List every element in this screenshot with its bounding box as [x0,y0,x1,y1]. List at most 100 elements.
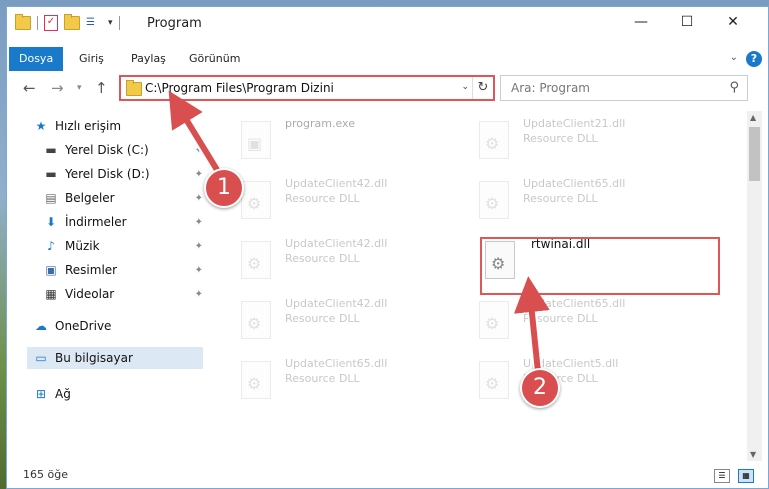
file-type: Resource DLL [285,372,360,385]
forward-button[interactable]: → [51,79,64,97]
file-name: UpdateClient65.dll [285,357,388,370]
music-icon: ♪ [47,239,55,253]
file-name: UpdateClient65.dll [523,297,626,310]
title-bar: ✓ ☰ ▾ Program — ☐ ✕ [7,7,768,41]
sidebar-item-pictures[interactable]: ▣ Resimler ✦ [43,259,203,281]
sidebar-item-label: Hızlı erişim [55,119,122,133]
vertical-scrollbar[interactable]: ▲ ▼ [747,111,762,461]
step-2-badge: 2 [520,368,560,408]
pin-icon: ✦ [194,240,203,252]
dll-file-icon: ⚙ [241,181,271,219]
drive-icon: ▬ [45,167,57,181]
sidebar-item-label: Videolar [65,287,115,301]
address-bar[interactable]: C:\Program Files\Program Dizini ⌄ ↻ [119,75,495,101]
new-folder-icon[interactable] [64,14,80,30]
folder-icon [15,14,31,30]
cloud-icon: ☁ [35,319,47,333]
file-item[interactable]: ⚙ UpdateClient21.dll Resource DLL [471,115,691,165]
address-dropdown-icon[interactable]: ⌄ [461,82,469,92]
file-type: Resource DLL [285,192,360,205]
file-item[interactable]: ⚙ UpdateClient65.dll Resource DLL [233,355,453,405]
sidebar-item-label: OneDrive [55,319,112,333]
separator [118,16,120,30]
file-item[interactable]: ⚙ UpdateClient65.dll Resource DLL [471,175,691,225]
scroll-down-icon[interactable]: ▼ [750,450,756,459]
sidebar-item-videos[interactable]: ▦ Videolar ✦ [43,283,203,305]
dll-file-icon: ⚙ [479,181,509,219]
file-name: UpdateClient65.dll [523,177,626,190]
tiles-view-icon[interactable]: ▦ [738,469,754,483]
properties-check-icon[interactable]: ✓ [44,15,58,31]
sidebar-item-quick-access[interactable]: ★ Hızlı erişim [33,115,229,137]
rename-icon[interactable]: ☰ [86,17,102,29]
back-button[interactable]: ← [23,79,36,97]
pictures-icon: ▣ [45,263,57,277]
documents-icon: ▤ [45,191,57,205]
view-switcher: ☰ ▦ [714,469,754,483]
file-name: UpdateClient42.dll [285,177,388,190]
tab-share[interactable]: Paylaş [125,47,172,71]
dll-file-icon: ⚙ [241,361,271,399]
file-item[interactable]: ▣ program.exe [233,115,453,165]
navigation-pane: ★ Hızlı erişim ▬ Yerel Disk (C:) ✦ ▬ Yer… [7,111,207,461]
scroll-up-icon[interactable]: ▲ [750,113,756,122]
exe-file-icon: ▣ [241,121,271,159]
close-button[interactable]: ✕ [710,7,756,37]
refresh-icon[interactable]: ↻ [472,77,493,99]
sidebar-item-label: Ağ [55,387,71,401]
computer-icon: ▭ [35,351,47,365]
help-icon[interactable]: ? [746,51,762,67]
search-placeholder: Ara: Program [511,81,590,95]
pin-icon: ✦ [194,288,203,300]
file-item[interactable]: ⚙ UpdateClient42.dll Resource DLL [233,175,453,225]
drive-icon: ▬ [45,143,57,157]
sidebar-item-downloads[interactable]: ⬇ İndirmeler ✦ [43,211,203,233]
sidebar-item-onedrive[interactable]: ☁ OneDrive [33,315,229,337]
details-view-icon[interactable]: ☰ [714,469,730,483]
explorer-window: ✓ ☰ ▾ Program — ☐ ✕ Dosya Giriş Paylaş G… [6,6,769,489]
star-icon: ★ [35,119,47,133]
downloads-icon: ⬇ [45,215,57,229]
up-button[interactable]: ↑ [95,79,108,97]
file-item[interactable]: ⚙ UpdateClient5.dll Resource DLL [471,355,691,405]
dll-file-icon: ⚙ [479,361,509,399]
pin-icon: ✦ [194,144,203,156]
ribbon-tabs: Dosya Giriş Paylaş Görünüm [7,47,768,71]
file-item[interactable]: ⚙ UpdateClient42.dll Resource DLL [233,295,453,345]
expand-ribbon-icon[interactable]: ⌄ [730,52,738,63]
sidebar-item-drive-c[interactable]: ▬ Yerel Disk (C:) ✦ [43,139,203,161]
maximize-button[interactable]: ☐ [664,7,710,37]
recent-locations-icon[interactable]: ▾ [77,83,82,93]
sidebar-item-label: Yerel Disk (C:) [65,143,149,157]
sidebar-item-this-pc[interactable]: ▭ Bu bilgisayar [27,347,203,369]
dll-file-icon: ⚙ [241,241,271,279]
file-name: program.exe [285,117,355,130]
videos-icon: ▦ [45,287,57,301]
sidebar-item-label: Bu bilgisayar [55,351,133,365]
pin-icon: ✦ [194,216,203,228]
dll-file-icon: ⚙ [241,301,271,339]
tab-view[interactable]: Görünüm [183,47,246,71]
dll-file-icon: ⚙ [479,121,509,159]
scrollbar-thumb[interactable] [749,127,760,181]
search-input[interactable]: Ara: Program ⚲ [500,75,748,101]
file-name: UpdateClient42.dll [285,297,388,310]
file-name: UpdateClient21.dll [523,117,626,130]
dll-file-icon: ⚙ [479,301,509,339]
minimize-button[interactable]: — [618,7,664,37]
sidebar-item-network[interactable]: ⊞ Ağ [33,383,229,405]
file-type: Resource DLL [285,252,360,265]
file-item[interactable]: ⚙ UpdateClient65.dll Resource DLL [471,295,691,345]
item-count: 165 öğe [23,468,68,481]
sidebar-item-drive-d[interactable]: ▬ Yerel Disk (D:) ✦ [43,163,203,185]
network-icon: ⊞ [35,387,47,401]
tab-file[interactable]: Dosya [9,47,64,71]
search-icon: ⚲ [729,80,739,95]
customize-toolbar-icon[interactable]: ▾ [108,18,113,28]
window-title: Program [147,16,202,31]
sidebar-item-music[interactable]: ♪ Müzik ✦ [43,235,203,257]
sidebar-item-documents[interactable]: ▤ Belgeler ✦ [43,187,203,209]
tab-home[interactable]: Giriş [73,47,110,71]
quick-access-toolbar: ✓ ☰ ▾ [15,14,120,31]
file-item[interactable]: ⚙ UpdateClient42.dll Resource DLL [233,235,453,285]
